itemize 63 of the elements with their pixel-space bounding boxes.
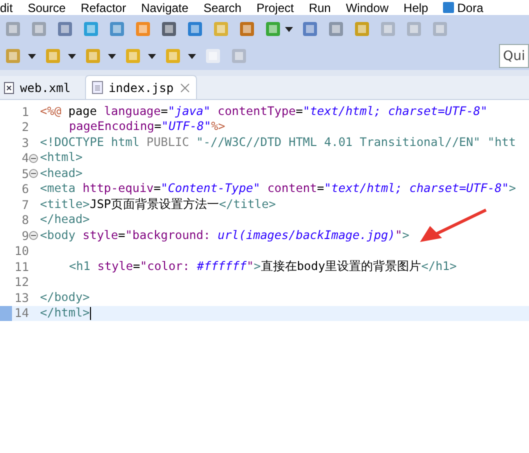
- editor-tab[interactable]: web.xml: [0, 77, 75, 99]
- code-line: pageEncoding="UTF-8"%>: [68, 121, 226, 134]
- menu-item[interactable]: Refactor: [80, 0, 126, 14]
- menu-item[interactable]: Navigate: [141, 0, 188, 14]
- toolbar-icon[interactable]: [301, 20, 319, 38]
- line-number: 14: [14, 307, 29, 320]
- toolbar-icon[interactable]: [134, 20, 152, 38]
- menu-item[interactable]: Dora: [457, 0, 484, 14]
- editor-tab[interactable]: index.jsp: [84, 75, 197, 99]
- caret-icon[interactable]: [188, 54, 196, 58]
- code-line: <html>: [40, 152, 83, 164]
- code-line: <head>: [40, 168, 83, 180]
- app-logo-icon: [443, 2, 454, 13]
- toolbar-icon[interactable]: [4, 20, 22, 38]
- toolbar-icon[interactable]: [30, 20, 48, 38]
- code-line: <h1 style="color: #ffffff">直接在body里设置的背景图片</h1>: [68, 260, 457, 273]
- toolbar-icon[interactable]: [186, 20, 204, 38]
- menu-item[interactable]: Search: [203, 0, 242, 14]
- code-line: </head>: [40, 214, 90, 226]
- fold-icon[interactable]: [29, 154, 38, 163]
- caret-icon[interactable]: [68, 54, 76, 58]
- caret-icon[interactable]: [28, 54, 36, 58]
- toolbar-icon[interactable]: [327, 20, 345, 38]
- line-number: 2: [22, 121, 29, 134]
- menu-item[interactable]: Project: [256, 0, 294, 14]
- toolbar-icon[interactable]: [108, 20, 126, 38]
- code-line: <%@ page language="java" contentType="text/html; charset=UTF-8": [40, 106, 488, 118]
- file-icon: [92, 81, 103, 94]
- caret-icon[interactable]: [108, 54, 116, 58]
- line-number: 7: [22, 198, 29, 211]
- menu-item[interactable]: Help: [404, 0, 428, 14]
- code-line: <!DOCTYPE html PUBLIC "-//W3C//DTD HTML 4.01 Transitional//EN" "htt: [40, 136, 516, 149]
- fold-icon[interactable]: [29, 231, 38, 240]
- code-line: <meta http-equiv="Content-Type" content="text/html; charset=UTF-8">: [40, 183, 516, 196]
- menu-item[interactable]: dit: [0, 0, 13, 14]
- menu-item[interactable]: Window: [346, 0, 389, 14]
- code-line: </html>: [40, 306, 92, 320]
- toolbar-icon[interactable]: [160, 20, 178, 38]
- line-number: 11: [14, 260, 29, 273]
- line-number: 5: [22, 168, 29, 180]
- code-line: <body style="background: url(images/backImage.jpg)">: [40, 230, 410, 242]
- line-number: 8: [22, 214, 29, 226]
- line-number: 6: [22, 183, 29, 196]
- line-number: 12: [14, 276, 29, 288]
- code-line: <title>JSP页面背景设置方法一</title>: [40, 198, 276, 211]
- toolbar-icon[interactable]: [56, 20, 74, 38]
- caret-icon[interactable]: [148, 54, 156, 58]
- line-number: 1: [22, 106, 29, 118]
- quick-access-field[interactable]: Qui: [499, 44, 529, 68]
- caret-icon[interactable]: [285, 26, 293, 32]
- line-number: 4: [22, 152, 29, 164]
- line-number: 9: [22, 230, 29, 242]
- menu-item[interactable]: Source: [28, 0, 66, 14]
- line-number: 13: [14, 292, 29, 304]
- close-icon[interactable]: [180, 82, 190, 92]
- line-number: 10: [14, 245, 29, 258]
- xml-file-icon: [4, 82, 14, 94]
- toolbar-icon[interactable]: [82, 20, 100, 38]
- menu-item[interactable]: Run: [308, 0, 331, 14]
- line-number: 3: [22, 136, 29, 149]
- fold-icon[interactable]: [29, 169, 38, 178]
- toolbar-icon[interactable]: [238, 20, 256, 38]
- code-line: </body>: [40, 292, 90, 304]
